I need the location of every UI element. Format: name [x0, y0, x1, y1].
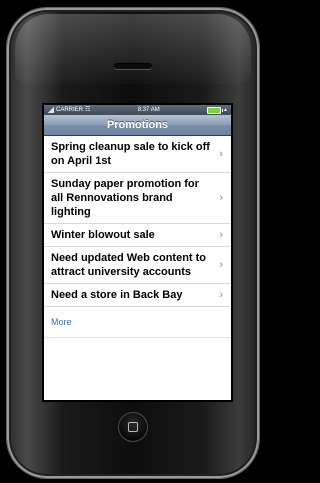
list-item-label: Need a store in Back Bay [51, 289, 183, 301]
nav-title: Promotions [106, 119, 169, 131]
list-item-label: Winter blowout sale [51, 229, 155, 241]
chevron-right-icon: › [219, 192, 223, 204]
home-square-icon [128, 422, 138, 432]
list-item[interactable]: Need a store in Back Bay › [44, 284, 231, 307]
chevron-right-icon: › [219, 229, 223, 241]
list-item-label: Spring cleanup sale to kick off on April… [51, 141, 210, 167]
screen: CARRIER ☶ 8:37 AM ▲ Promotions Spring cl… [44, 105, 231, 400]
chevron-right-icon: › [219, 148, 223, 160]
status-bar: CARRIER ☶ 8:37 AM ▲ [44, 105, 231, 115]
more-link[interactable]: More [44, 307, 231, 338]
battery-icon [207, 106, 224, 114]
list-item[interactable]: Need updated Web content to attract univ… [44, 247, 231, 284]
chevron-right-icon: › [219, 289, 223, 301]
carrier-label: CARRIER [56, 107, 84, 113]
chevron-right-icon: › [219, 259, 223, 271]
status-right: ▲ [207, 106, 228, 114]
home-button[interactable] [118, 412, 148, 442]
list-item-label: Need updated Web content to attract univ… [51, 252, 207, 278]
iphone-frame: CARRIER ☶ 8:37 AM ▲ Promotions Spring cl… [7, 8, 259, 478]
promotions-list: Spring cleanup sale to kick off on April… [44, 136, 231, 307]
list-item[interactable]: Sunday paper promotion for all Rennovati… [44, 173, 231, 224]
wifi-icon: ☶ [85, 107, 91, 113]
list-item[interactable]: Winter blowout sale › [44, 224, 231, 247]
phone-gloss [15, 14, 251, 84]
signal-icon [47, 107, 54, 113]
status-time: 8:37 AM [137, 107, 160, 113]
list-item[interactable]: Spring cleanup sale to kick off on April… [44, 136, 231, 173]
list-item-label: Sunday paper promotion for all Rennovati… [51, 178, 199, 218]
lock-arrow-icon: ▲ [223, 107, 228, 113]
navigation-bar: Promotions [44, 115, 231, 136]
earpiece-speaker [114, 63, 152, 69]
status-left: CARRIER ☶ [47, 107, 90, 113]
